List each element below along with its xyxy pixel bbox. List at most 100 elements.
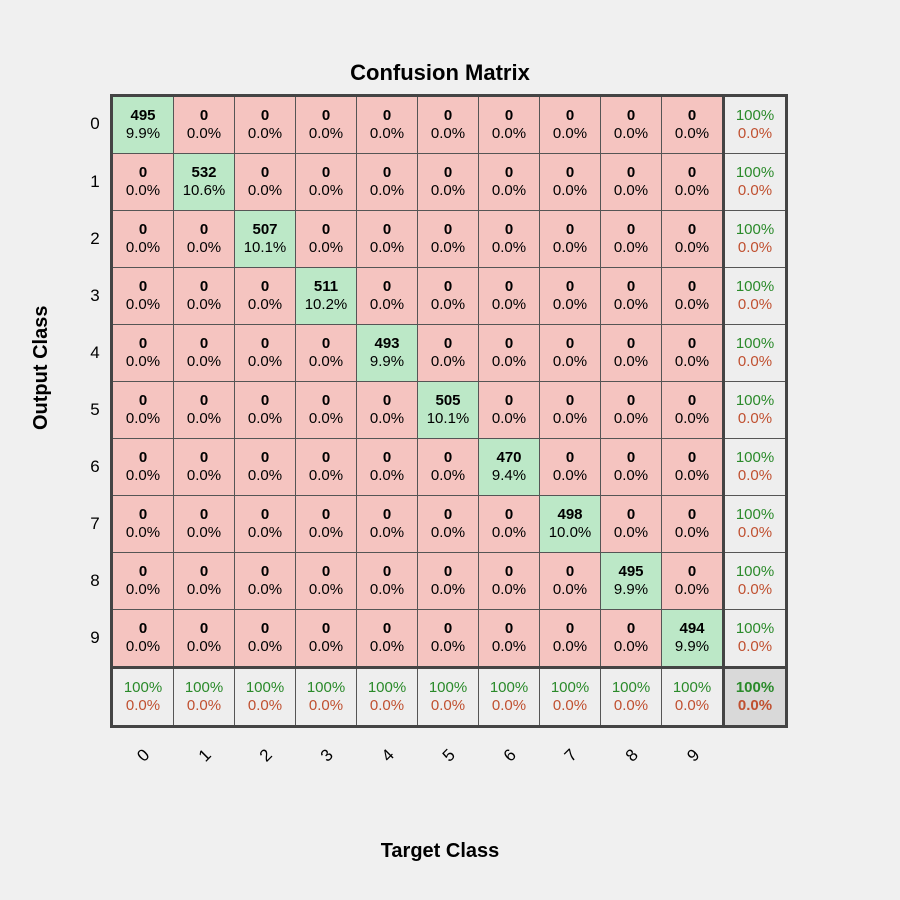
matrix-cell: 00.0%	[357, 382, 418, 439]
matrix-cell: 00.0%	[662, 439, 724, 496]
row-label: 0	[80, 96, 112, 154]
row-label: 2	[80, 211, 112, 268]
matrix-cell: 00.0%	[418, 610, 479, 668]
matrix-cell: 00.0%	[174, 382, 235, 439]
matrix-cell: 00.0%	[662, 154, 724, 211]
matrix-cell: 00.0%	[174, 211, 235, 268]
y-axis-label: Output Class	[30, 306, 53, 430]
matrix-cell: 00.0%	[662, 325, 724, 382]
row-label: 9	[80, 610, 112, 668]
matrix-cell: 00.0%	[601, 325, 662, 382]
matrix-cell: 00.0%	[235, 96, 296, 154]
matrix-cell: 00.0%	[540, 325, 601, 382]
matrix-cell: 00.0%	[479, 553, 540, 610]
matrix-cell: 00.0%	[357, 268, 418, 325]
matrix-cell: 50510.1%	[418, 382, 479, 439]
matrix-cell: 00.0%	[174, 610, 235, 668]
matrix-cell: 00.0%	[662, 382, 724, 439]
matrix-cell: 00.0%	[112, 610, 174, 668]
row-summary: 100%0.0%	[724, 325, 787, 382]
x-axis-label: Target Class	[80, 840, 800, 863]
matrix-cell: 00.0%	[112, 325, 174, 382]
matrix-cell: 4959.9%	[601, 553, 662, 610]
matrix-cell: 00.0%	[418, 439, 479, 496]
matrix-cell: 00.0%	[112, 211, 174, 268]
row-label: 8	[80, 553, 112, 610]
row-summary: 100%0.0%	[724, 154, 787, 211]
matrix-cell: 00.0%	[601, 439, 662, 496]
matrix-cell: 00.0%	[174, 268, 235, 325]
matrix-cell: 00.0%	[357, 496, 418, 553]
matrix-cell: 00.0%	[418, 211, 479, 268]
matrix-cell: 00.0%	[112, 268, 174, 325]
matrix-cell: 00.0%	[357, 211, 418, 268]
row-summary: 100%0.0%	[724, 268, 787, 325]
matrix-cell: 4959.9%	[112, 96, 174, 154]
matrix-cell: 00.0%	[601, 382, 662, 439]
confusion-matrix: Confusion Matrix 04959.9%00.0%00.0%00.0%…	[80, 60, 800, 783]
matrix-cell: 00.0%	[235, 268, 296, 325]
matrix-cell: 00.0%	[112, 439, 174, 496]
matrix-cell: 49810.0%	[540, 496, 601, 553]
matrix-cell: 00.0%	[479, 325, 540, 382]
matrix-cell: 00.0%	[418, 325, 479, 382]
matrix-cell: 00.0%	[418, 154, 479, 211]
matrix-cell: 00.0%	[601, 154, 662, 211]
matrix-cell: 00.0%	[418, 96, 479, 154]
matrix-cell: 51110.2%	[296, 268, 357, 325]
matrix-cell: 00.0%	[540, 382, 601, 439]
matrix-cell: 00.0%	[662, 496, 724, 553]
matrix-cell: 00.0%	[540, 96, 601, 154]
matrix-cell: 4949.9%	[662, 610, 724, 668]
matrix-cell: 00.0%	[296, 211, 357, 268]
matrix-cell: 00.0%	[540, 439, 601, 496]
matrix-cell: 00.0%	[662, 553, 724, 610]
matrix-cell: 00.0%	[540, 610, 601, 668]
matrix-cell: 00.0%	[174, 553, 235, 610]
matrix-cell: 00.0%	[235, 325, 296, 382]
matrix-cell: 00.0%	[174, 439, 235, 496]
row-summary: 100%0.0%	[724, 382, 787, 439]
matrix-cell: 00.0%	[235, 553, 296, 610]
matrix-cell: 00.0%	[235, 439, 296, 496]
matrix-cell: 00.0%	[296, 154, 357, 211]
row-label: 6	[80, 439, 112, 496]
row-label: 3	[80, 268, 112, 325]
matrix-cell: 00.0%	[662, 268, 724, 325]
matrix-cell: 00.0%	[296, 96, 357, 154]
matrix-cell: 00.0%	[479, 96, 540, 154]
matrix-cell: 00.0%	[112, 154, 174, 211]
matrix-cell: 00.0%	[174, 325, 235, 382]
matrix-cell: 00.0%	[540, 154, 601, 211]
matrix-cell: 00.0%	[601, 496, 662, 553]
matrix-cell: 00.0%	[235, 382, 296, 439]
row-summary: 100%0.0%	[724, 96, 787, 154]
matrix-cell: 00.0%	[418, 268, 479, 325]
matrix-cell: 00.0%	[296, 553, 357, 610]
row-summary: 100%0.0%	[724, 496, 787, 553]
matrix-cell: 00.0%	[112, 382, 174, 439]
matrix-cell: 00.0%	[479, 382, 540, 439]
matrix-cell: 00.0%	[418, 553, 479, 610]
matrix-cell: 00.0%	[662, 96, 724, 154]
matrix-cell: 00.0%	[112, 496, 174, 553]
matrix-cell: 00.0%	[601, 211, 662, 268]
matrix-cell: 00.0%	[174, 96, 235, 154]
row-label: 7	[80, 496, 112, 553]
matrix-cell: 00.0%	[235, 610, 296, 668]
matrix-cell: 00.0%	[174, 496, 235, 553]
matrix-cell: 50710.1%	[235, 211, 296, 268]
matrix-cell: 4709.4%	[479, 439, 540, 496]
matrix-cell: 00.0%	[601, 610, 662, 668]
matrix-cell: 00.0%	[479, 610, 540, 668]
row-summary: 100%0.0%	[724, 439, 787, 496]
row-label: 1	[80, 154, 112, 211]
row-summary: 100%0.0%	[724, 553, 787, 610]
matrix-cell: 00.0%	[296, 496, 357, 553]
matrix-cell: 53210.6%	[174, 154, 235, 211]
matrix-cell: 00.0%	[601, 268, 662, 325]
matrix-cell: 00.0%	[357, 610, 418, 668]
matrix-cell: 00.0%	[357, 553, 418, 610]
matrix-cell: 4939.9%	[357, 325, 418, 382]
matrix-cell: 00.0%	[357, 439, 418, 496]
